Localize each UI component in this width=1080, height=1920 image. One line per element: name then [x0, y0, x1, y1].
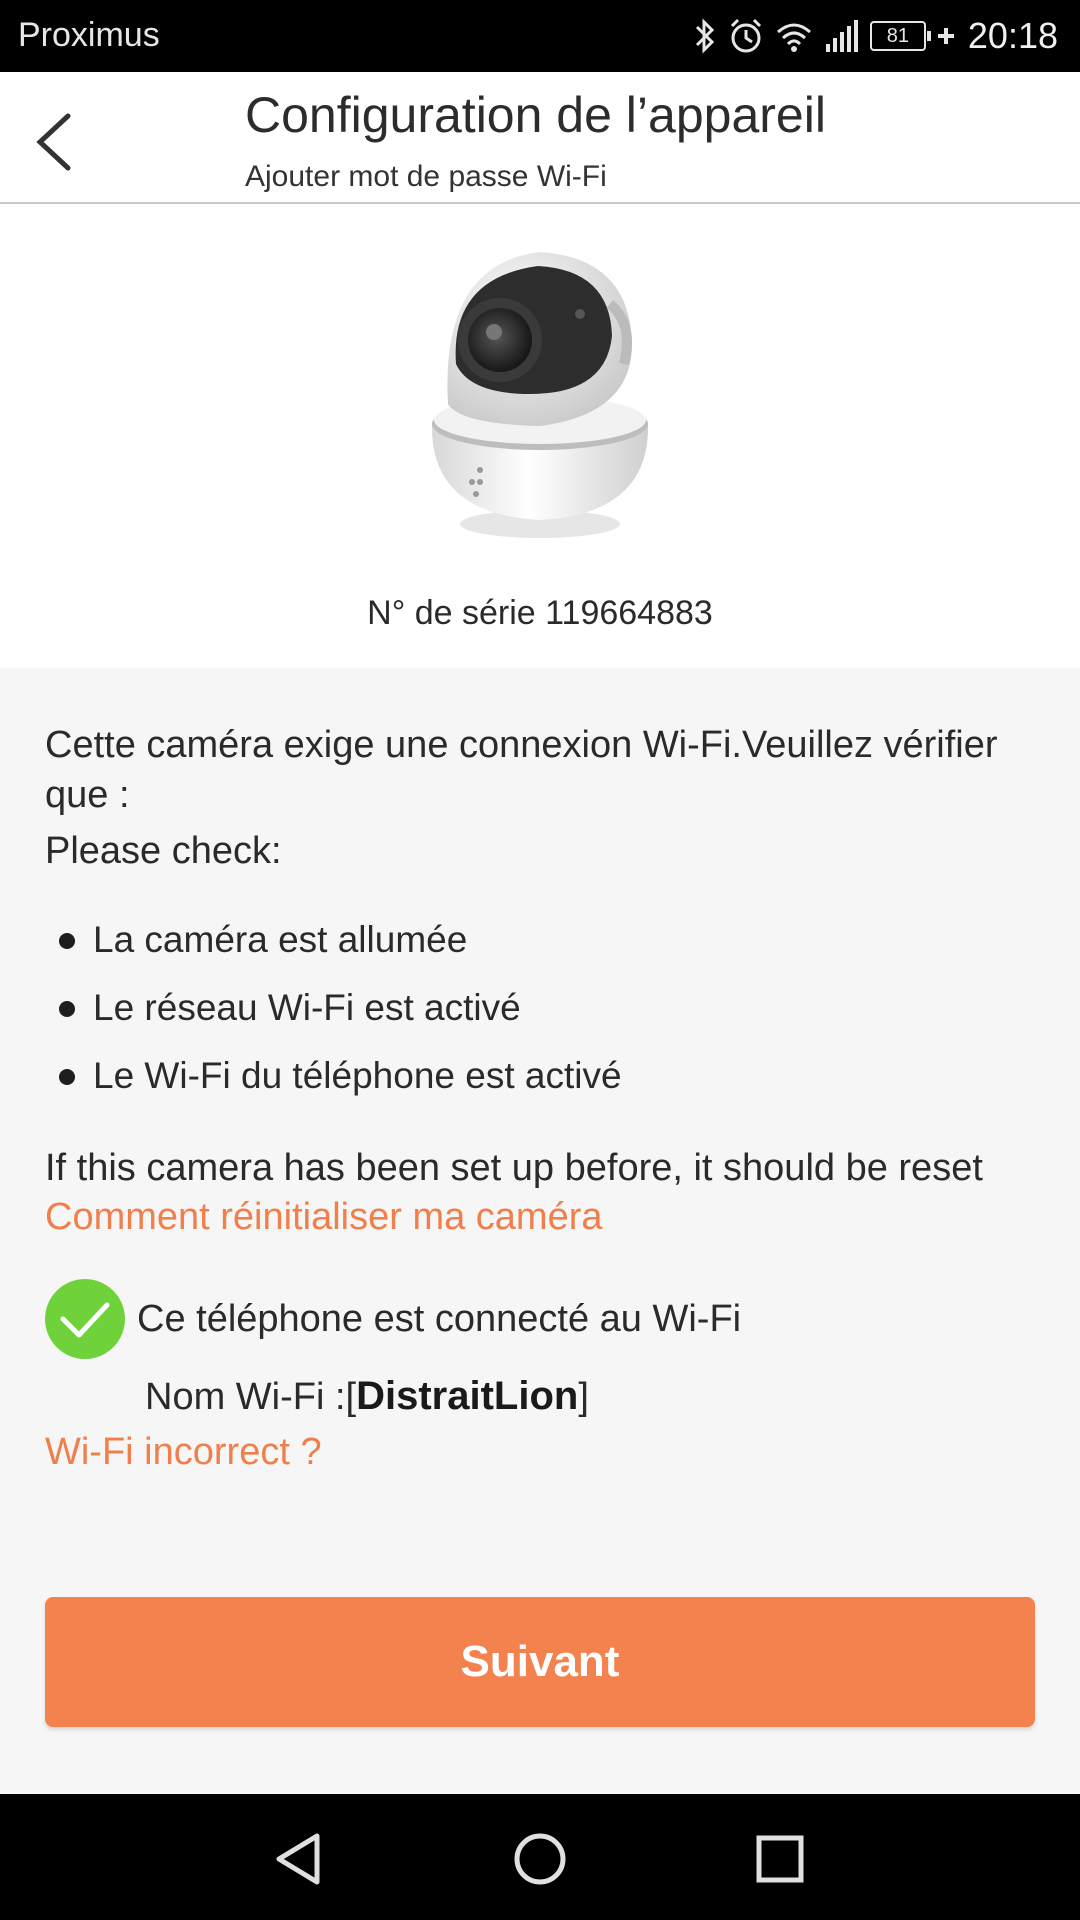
reset-help-link[interactable]: Comment réinitialiser ma caméra	[45, 1192, 1035, 1242]
device-panel: N° de série 119664883	[0, 204, 1080, 668]
wifi-icon	[776, 23, 811, 52]
camera-image	[431, 252, 649, 538]
alarm-icon	[730, 18, 761, 53]
back-button[interactable]	[26, 102, 96, 182]
page-title: Configuration de l’appareil	[245, 87, 826, 143]
list-item: Le Wi-Fi du téléphone est activé	[45, 1052, 1035, 1100]
check-circle-icon	[45, 1279, 125, 1359]
bullet-icon	[59, 1069, 75, 1085]
nav-recents-icon[interactable]	[745, 1824, 815, 1894]
list-item: La caméra est allumée	[45, 916, 1035, 964]
list-item: Le réseau Wi-Fi est activé	[45, 984, 1035, 1032]
signal-icon	[825, 20, 858, 52]
nav-home-icon[interactable]	[505, 1824, 575, 1894]
wifi-name-close: ]	[578, 1376, 589, 1418]
carrier-name: Proximus	[18, 16, 160, 54]
chevron-left-icon	[36, 113, 71, 171]
instructions: Cette caméra exige une connexion Wi-Fi.V…	[45, 720, 1035, 1477]
status-bar: Proximus 81 20:18	[0, 0, 1080, 72]
check-label: Please check:	[45, 830, 282, 872]
bluetooth-icon	[695, 18, 715, 54]
reset-note: If this camera has been set up before, i…	[45, 1147, 983, 1189]
serial-number: N° de série 119664883	[367, 594, 713, 632]
bullet-icon	[59, 933, 75, 949]
next-button[interactable]: Suivant	[45, 1597, 1035, 1727]
charging-icon	[937, 28, 954, 44]
wifi-incorrect-link[interactable]: Wi-Fi incorrect ?	[45, 1427, 1035, 1477]
bullet-icon	[59, 1001, 75, 1017]
checklist: La caméra est allumée Le réseau Wi-Fi es…	[45, 916, 1035, 1100]
wifi-name: DistraitLion	[356, 1374, 579, 1418]
nav-bar	[0, 1794, 1080, 1920]
status-icons: 81 20:18	[692, 12, 1058, 60]
wifi-name-label: Nom Wi-Fi :[	[145, 1376, 357, 1418]
wifi-status: Ce téléphone est connecté au Wi-Fi	[45, 1278, 1035, 1360]
wifi-connected-text: Ce téléphone est connecté au Wi-Fi	[137, 1297, 742, 1340]
clock: 20:18	[967, 15, 1058, 56]
app-header: Configuration de l’appareil Ajouter mot …	[0, 72, 1080, 204]
wifi-name-row: Nom Wi-Fi :[DistraitLion]	[145, 1366, 1035, 1427]
nav-back-icon[interactable]	[265, 1824, 335, 1894]
page-subtitle: Ajouter mot de passe Wi-Fi	[245, 160, 607, 193]
intro-text: Cette caméra exige une connexion Wi-Fi.V…	[45, 724, 998, 816]
battery-icon: 81	[869, 21, 931, 51]
